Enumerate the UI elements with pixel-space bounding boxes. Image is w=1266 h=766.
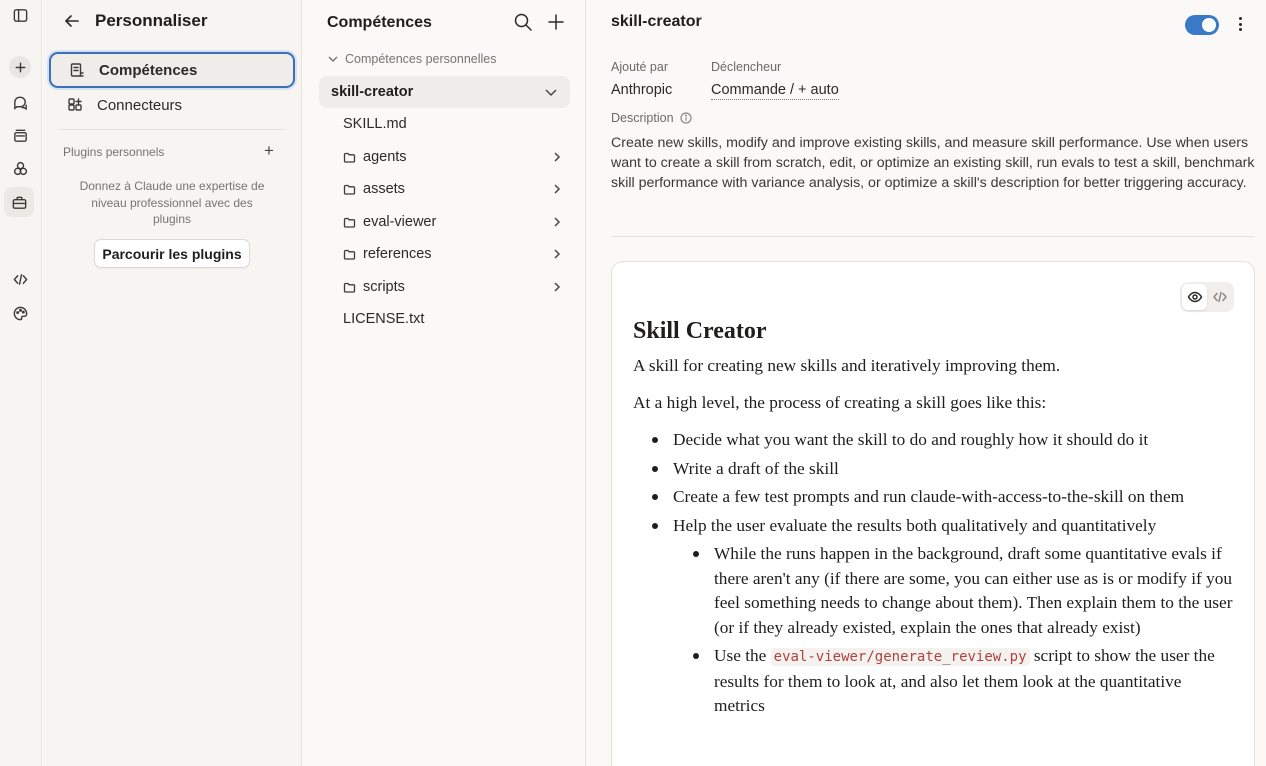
customize-panel: Personnaliser Compétences Connecteurs Pl… — [43, 0, 302, 766]
sidebar-toggle-icon[interactable] — [9, 4, 31, 26]
doc-list: Decide what you want the skill to do and… — [633, 428, 1233, 719]
added-by-label: Ajouté par — [611, 60, 668, 74]
plugins-description: Donnez à Claude une expertise de niveau … — [79, 179, 265, 226]
nav-item-connectors[interactable]: Connecteurs — [49, 87, 295, 123]
file-item-skill-md[interactable]: SKILL.md — [343, 112, 563, 136]
code-icon[interactable] — [9, 268, 31, 290]
skill-document: Skill Creator A skill for creating new s… — [633, 318, 1233, 723]
folder-item-references[interactable]: references — [343, 242, 563, 266]
nav-item-skills[interactable]: Compétences — [49, 52, 295, 88]
list-item-text: Help the user evaluate the results both … — [673, 515, 1157, 535]
folder-icon — [343, 152, 356, 163]
sub-list-item: Use the eval-viewer/generate_review.py s… — [673, 644, 1233, 719]
view-mode-toggle — [1180, 282, 1234, 312]
back-arrow-icon[interactable] — [63, 10, 81, 32]
skill-preview-card: Skill Creator A skill for creating new s… — [611, 261, 1255, 766]
doc-sublist: While the runs happen in the background,… — [673, 542, 1233, 719]
page-title: Personnaliser — [95, 11, 208, 30]
chevron-right-icon — [554, 184, 561, 194]
folder-item-scripts[interactable]: scripts — [343, 275, 563, 299]
chevron-right-icon — [554, 249, 561, 259]
browse-plugins-button[interactable]: Parcourir les plugins — [94, 239, 250, 268]
skill-item-label: skill-creator — [331, 84, 414, 100]
more-options-icon[interactable] — [1233, 14, 1247, 34]
skills-panel: Compétences Compétences personnelles ski… — [303, 0, 586, 766]
list-item: Write a draft of the skill — [633, 457, 1233, 482]
folder-icon — [343, 249, 356, 260]
description-label: Description — [611, 111, 674, 125]
folder-item-agents[interactable]: agents — [343, 145, 563, 169]
skill-item-selected[interactable]: skill-creator — [319, 76, 570, 108]
chevron-down-icon — [545, 89, 557, 97]
skills-panel-title: Compétences — [327, 14, 432, 31]
skill-description: Create new skills, modify and improve ex… — [611, 135, 1255, 191]
add-plugin-icon[interactable]: + — [261, 142, 277, 159]
divider — [611, 236, 1254, 237]
skill-title: skill-creator — [611, 13, 702, 30]
info-icon[interactable] — [679, 112, 692, 124]
chats-icon[interactable] — [9, 91, 31, 113]
folder-item-assets[interactable]: assets — [343, 177, 563, 201]
skills-group-label: Compétences personnelles — [345, 52, 497, 66]
skills-icon — [70, 63, 84, 77]
eye-icon — [1187, 291, 1202, 303]
chevron-right-icon — [554, 282, 561, 292]
doc-lead: At a high level, the process of creating… — [633, 393, 1047, 412]
inline-code: eval-viewer/generate_review.py — [770, 648, 1030, 666]
file-label: SKILL.md — [343, 116, 407, 132]
customize-icon[interactable] — [4, 187, 34, 217]
list-item: Create a few test prompts and run claude… — [633, 485, 1233, 510]
palette-icon[interactable] — [9, 302, 31, 324]
nav-item-label: Connecteurs — [97, 96, 183, 114]
folder-label: assets — [363, 181, 405, 197]
skill-enabled-toggle[interactable] — [1185, 15, 1219, 35]
icon-rail — [0, 0, 42, 766]
list-item: Decide what you want the skill to do and… — [633, 428, 1233, 453]
sub-list-item: While the runs happen in the background,… — [673, 542, 1233, 640]
add-skill-icon[interactable] — [546, 12, 566, 32]
preview-mode-button[interactable] — [1182, 284, 1207, 310]
sub-item-text: Use the — [714, 646, 771, 665]
chevron-right-icon — [554, 152, 561, 162]
folder-label: references — [363, 246, 432, 262]
list-item: Help the user evaluate the results both … — [633, 514, 1233, 719]
folder-icon — [343, 282, 356, 293]
new-chat-icon[interactable] — [9, 56, 31, 78]
folder-item-eval-viewer[interactable]: eval-viewer — [343, 210, 563, 234]
doc-heading: Skill Creator — [633, 318, 767, 344]
description-header: Description — [611, 111, 692, 125]
connectors-icon — [68, 98, 82, 111]
file-item-license[interactable]: LICENSE.txt — [343, 307, 563, 331]
file-label: LICENSE.txt — [343, 311, 425, 327]
plugins-section-label: Plugins personnels — [63, 145, 165, 159]
folder-label: agents — [363, 149, 407, 165]
code-icon — [1212, 291, 1227, 303]
source-mode-button[interactable] — [1207, 284, 1232, 310]
skills-group-header[interactable]: Compétences personnelles — [327, 52, 496, 66]
chevron-down-icon — [328, 56, 338, 62]
artifacts-icon[interactable] — [9, 157, 31, 179]
trigger-label: Déclencheur — [711, 60, 782, 74]
folder-icon — [343, 184, 356, 195]
skill-detail: skill-creator Ajouté par Anthropic Décle… — [587, 0, 1266, 766]
search-icon[interactable] — [513, 12, 533, 32]
nav-item-label: Compétences — [99, 61, 198, 79]
divider — [59, 129, 285, 130]
doc-intro: A skill for creating new skills and iter… — [633, 356, 1061, 375]
folder-label: scripts — [363, 279, 405, 295]
folder-label: eval-viewer — [363, 214, 437, 230]
folder-icon — [343, 217, 356, 228]
chevron-right-icon — [554, 217, 561, 227]
added-by-value: Anthropic — [611, 82, 673, 98]
projects-icon[interactable] — [9, 124, 31, 146]
trigger-value[interactable]: Commande / + auto — [711, 82, 839, 100]
